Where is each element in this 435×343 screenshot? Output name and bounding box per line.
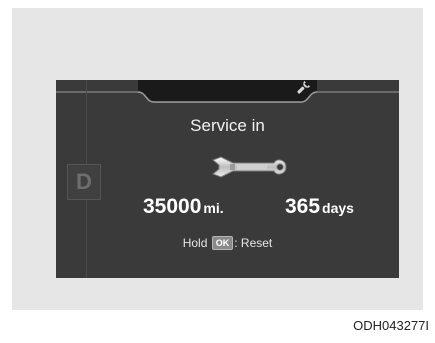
reset-hint-suffix: : Reset bbox=[234, 236, 273, 250]
distance-value: 35000 bbox=[143, 195, 202, 218]
distance-unit: mi. bbox=[203, 200, 224, 216]
days-value-group: 365 days bbox=[285, 195, 354, 219]
wrench-icon bbox=[212, 156, 287, 178]
cluster-display: D Service in 35000 mi. 365 days Hold OK … bbox=[56, 80, 399, 278]
ok-button[interactable]: OK bbox=[211, 236, 234, 250]
service-title: Service in bbox=[190, 116, 265, 135]
gear-indicator: D bbox=[67, 164, 101, 200]
distance-value-group: 35000 mi. bbox=[143, 195, 224, 219]
figure-frame: D Service in 35000 mi. 365 days Hold OK … bbox=[12, 8, 423, 310]
days-value: 365 bbox=[285, 195, 321, 218]
reset-hint: Hold OK: Reset bbox=[56, 236, 399, 250]
figure-code: ODH043277I bbox=[353, 318, 429, 333]
days-unit: days bbox=[322, 200, 354, 216]
reset-hint-prefix: Hold bbox=[182, 236, 208, 250]
top-status-bar bbox=[56, 80, 399, 103]
gear-indicator-label: D bbox=[76, 169, 92, 194]
